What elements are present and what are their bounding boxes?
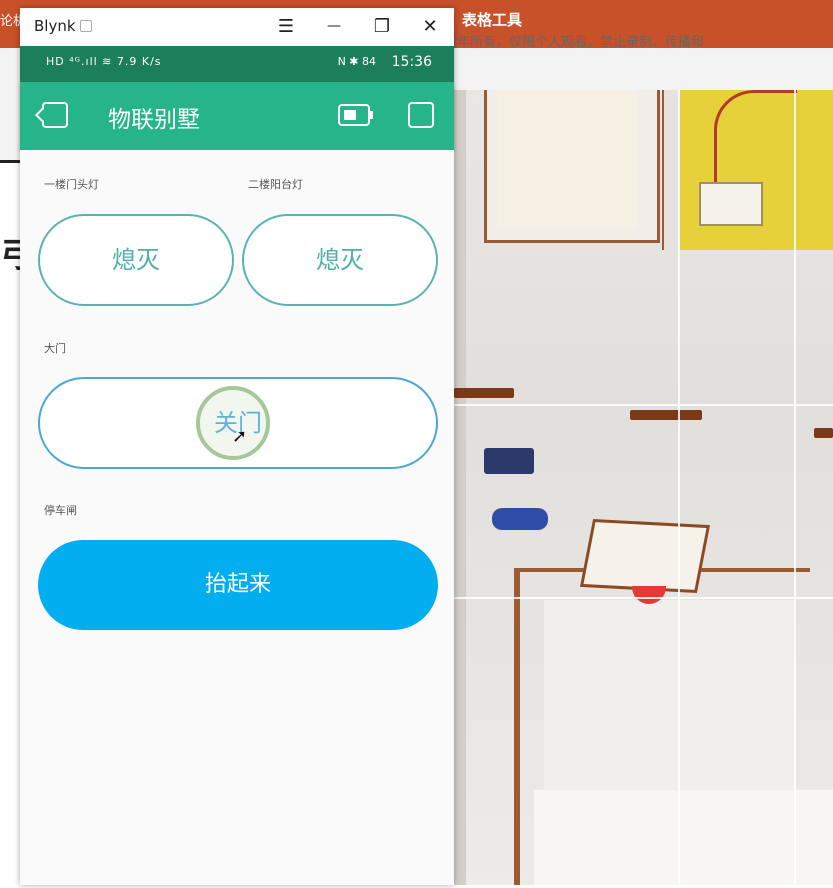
photo-slot	[814, 428, 833, 438]
close-button[interactable]: ✕	[418, 16, 442, 37]
photo-light-fixture	[699, 182, 763, 226]
grid-line	[678, 90, 680, 885]
photo-door	[544, 600, 794, 800]
blynk-window: Blynk ☰ — ❐ ✕ HD ⁴ᴳ.ıll ≋ 7.9 K/s N ✱ 84…	[20, 8, 454, 885]
project-title: 物联别墅	[108, 107, 200, 133]
device-battery-icon[interactable]	[338, 104, 373, 126]
window-titlebar[interactable]: Blynk ☰ — ❐ ✕	[20, 8, 454, 46]
grid-line	[454, 597, 833, 599]
grid-line	[454, 404, 833, 406]
photo-pillar	[454, 90, 466, 885]
parking-gate-button[interactable]: 抬起来	[38, 540, 438, 630]
light1-button[interactable]: 熄灭	[38, 214, 234, 306]
photo-blue-part	[492, 508, 548, 530]
grid-line	[794, 90, 796, 885]
pin-icon[interactable]	[80, 20, 92, 32]
photo-plate	[579, 518, 711, 594]
photo-wire	[714, 90, 797, 183]
photo-slot	[454, 388, 514, 398]
light2-button[interactable]: 熄灭	[242, 214, 438, 306]
restore-button[interactable]: ❐	[370, 16, 394, 37]
tap-indicator	[196, 386, 270, 460]
window-title: Blynk	[34, 17, 76, 35]
stop-icon[interactable]	[408, 102, 434, 128]
dashboard: 一楼门头灯 二楼阳台灯 熄灭 熄灭 大门 关门 ➚ 停车闸 抬起来	[20, 150, 454, 885]
light2-label: 二楼阳台灯	[248, 178, 303, 191]
mouse-cursor-icon: ➚	[232, 426, 248, 447]
photo-window	[484, 90, 660, 243]
clock: 15:36	[391, 54, 432, 70]
app-bar: 物联别墅	[20, 82, 454, 150]
phone-statusbar: HD ⁴ᴳ.ıll ≋ 7.9 K/s N ✱ 84 15:36	[20, 46, 454, 82]
menu-icon[interactable]: ☰	[274, 16, 298, 37]
parking-label: 停车闸	[44, 504, 77, 517]
table-tools-tab[interactable]: 表格工具	[462, 9, 522, 30]
network-status: HD ⁴ᴳ.ıll ≋ 7.9 K/s	[46, 55, 162, 68]
minimize-button[interactable]: —	[322, 18, 346, 34]
photo-floor	[534, 790, 833, 885]
photo-slot	[630, 410, 702, 420]
model-house-video	[454, 90, 833, 885]
light1-label: 一楼门头灯	[44, 178, 99, 191]
status-icons: N ✱ 84	[337, 55, 376, 68]
back-icon[interactable]	[42, 102, 68, 128]
gate-label: 大门	[44, 342, 66, 355]
photo-sensor	[484, 448, 534, 474]
